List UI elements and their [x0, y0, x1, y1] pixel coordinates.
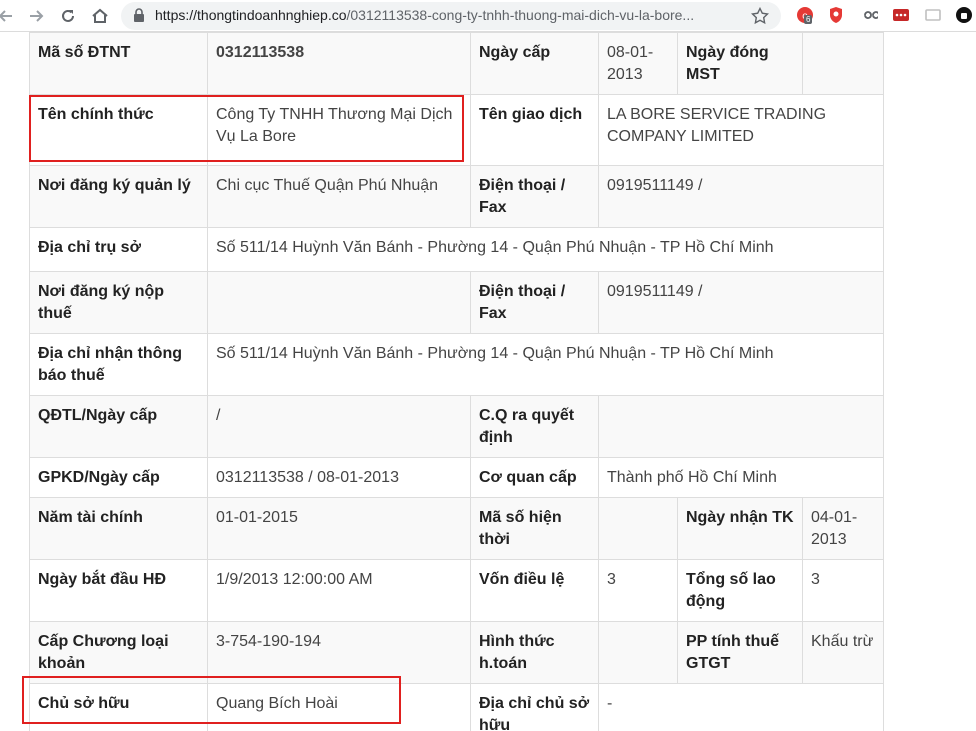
table-row: Địa chỉ nhận thông báo thuế Số 511/14 Hu…: [29, 333, 884, 396]
back-icon[interactable]: [0, 4, 18, 28]
user-extension-icon[interactable]: [955, 6, 973, 24]
row-label: Điện thoại / Fax: [470, 165, 599, 228]
official-name-highlight: [29, 95, 464, 162]
row-label: Tổng số lao động: [677, 559, 803, 622]
lastpass-extension-icon[interactable]: [892, 6, 910, 24]
row-label: Ngày nhận TK: [677, 497, 803, 560]
chapter-class-value: 3-754-190-194: [207, 621, 471, 684]
table-row: Năm tài chính 01-01-2015 Mã số hiện thời…: [29, 497, 884, 560]
tax-notice-address-value: Số 511/14 Huỳnh Văn Bánh - Phường 14 - Q…: [207, 333, 884, 396]
closing-date-value: [802, 32, 884, 95]
extension-badge-icon[interactable]: o 6: [796, 6, 814, 24]
table-row: GPKD/Ngày cấp 0312113538 / 08-01-2013 Cơ…: [29, 457, 884, 498]
row-label: Nơi đăng ký nộp thuế: [29, 271, 208, 334]
tax-code-value[interactable]: 0312113538: [207, 32, 471, 95]
row-label: Năm tài chính: [29, 497, 208, 560]
table-row: Mã số ĐTNT 0312113538 Ngày cấp 08-01-201…: [29, 32, 884, 95]
url-text: https://thongtindoanhnghiep.co/031211353…: [155, 7, 745, 23]
trading-name-value: LA BORE SERVICE TRADING COMPANY LIMITED: [598, 94, 884, 166]
head-office-address-value: Số 511/14 Huỳnh Văn Bánh - Phường 14 - Q…: [207, 227, 884, 272]
row-label: Ngày bắt đầu HĐ: [29, 559, 208, 622]
row-label: Ngày đóng MST: [677, 32, 803, 95]
row-label: Địa chỉ chủ sở hữu: [470, 683, 599, 731]
phone-fax-value: 0919511149 /: [598, 271, 884, 334]
managing-office-value: Chi cục Thuế Quận Phú Nhuận: [207, 165, 471, 228]
employees-value: 3: [802, 559, 884, 622]
decision-date-value: /: [207, 395, 471, 458]
row-label: Tên giao dịch: [470, 94, 599, 166]
row-label: GPKD/Ngày cấp: [29, 457, 208, 498]
row-label: Cơ quan cấp: [470, 457, 599, 498]
table-row: Nơi đăng ký nộp thuế Điện thoại / Fax 09…: [29, 271, 884, 334]
row-label: Vốn điều lệ: [470, 559, 599, 622]
decision-authority-value: [598, 395, 884, 458]
url-host: https://thongtindoanhnghiep.co: [155, 7, 347, 23]
owner-address-value: -: [598, 683, 884, 731]
url-path: /0312113538-cong-ty-tnhh-thuong-mai-dich…: [346, 7, 695, 23]
row-label: C.Q ra quyết định: [470, 395, 599, 458]
table-row: QĐTL/Ngày cấp / C.Q ra quyết định: [29, 395, 884, 458]
issue-date-value: 08-01-2013: [598, 32, 678, 95]
row-label: Hình thức h.toán: [470, 621, 599, 684]
forward-icon[interactable]: [24, 4, 48, 28]
row-label: Địa chỉ trụ sở: [29, 227, 208, 272]
infinity-extension-icon[interactable]: [860, 6, 880, 24]
table-row: Ngày bắt đầu HĐ 1/9/2013 12:00:00 AM Vốn…: [29, 559, 884, 622]
row-label: Ngày cấp: [470, 32, 599, 95]
row-label: Điện thoại / Fax: [470, 271, 599, 334]
reload-icon[interactable]: [56, 4, 80, 28]
receipt-date-value: 04-01-2013: [802, 497, 884, 560]
shield-extension-icon[interactable]: [828, 6, 846, 24]
fiscal-year-value: 01-01-2015: [207, 497, 471, 560]
issuing-authority-value: Thành phố Hồ Chí Minh: [598, 457, 884, 498]
extension-badge-count: 6: [804, 15, 813, 24]
row-label: Cấp Chương loại khoản: [29, 621, 208, 684]
home-icon[interactable]: [88, 4, 112, 28]
accounting-form-value: [598, 621, 678, 684]
business-license-value: 0312113538 / 08-01-2013: [207, 457, 471, 498]
row-label: Nơi đăng ký quản lý: [29, 165, 208, 228]
lock-icon: [133, 8, 145, 27]
row-label: PP tính thuế GTGT: [677, 621, 803, 684]
row-label: Địa chỉ nhận thông báo thuế: [29, 333, 208, 396]
table-row: Nơi đăng ký quản lý Chi cục Thuế Quận Ph…: [29, 165, 884, 228]
start-date-value: 1/9/2013 12:00:00 AM: [207, 559, 471, 622]
charter-capital-value: 3: [598, 559, 678, 622]
row-label: Mã số hiện thời: [470, 497, 599, 560]
tax-registration-place-value: [207, 271, 471, 334]
current-code-value: [598, 497, 678, 560]
address-bar[interactable]: https://thongtindoanhnghiep.co/031211353…: [121, 2, 781, 30]
browser-toolbar: https://thongtindoanhnghiep.co/031211353…: [0, 0, 976, 32]
row-label: QĐTL/Ngày cấp: [29, 395, 208, 458]
phone-fax-value: 0919511149 /: [598, 165, 884, 228]
table-row: Cấp Chương loại khoản 3-754-190-194 Hình…: [29, 621, 884, 684]
owner-highlight: [22, 676, 401, 724]
row-label: Mã số ĐTNT: [29, 32, 208, 95]
bookmark-star-icon[interactable]: [750, 6, 770, 30]
vat-method-value: Khấu trừ: [802, 621, 884, 684]
screenshot-extension-icon[interactable]: [924, 6, 942, 24]
table-row: Địa chỉ trụ sở Số 511/14 Huỳnh Văn Bánh …: [29, 227, 884, 272]
